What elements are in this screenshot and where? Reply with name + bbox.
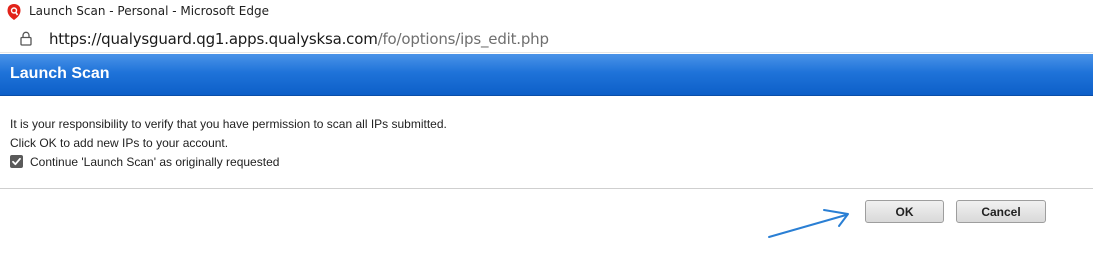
address-bar[interactable]: https://qualysguard.qg1.apps.qualysksa.c… (0, 24, 1093, 53)
dialog-header: Launch Scan (0, 54, 1093, 96)
cancel-button[interactable]: Cancel (956, 200, 1046, 223)
continue-launch-scan-label[interactable]: Continue 'Launch Scan' as originally req… (30, 155, 279, 169)
divider (0, 188, 1093, 189)
url-path: /fo/options/ips_edit.php (377, 30, 549, 48)
lock-icon[interactable] (20, 31, 32, 46)
url-text[interactable]: https://qualysguard.qg1.apps.qualysksa.c… (49, 30, 549, 48)
continue-launch-scan-checkbox[interactable] (10, 155, 23, 168)
responsibility-message: It is your responsibility to verify that… (10, 117, 447, 131)
url-host: https://qualysguard.qg1.apps.qualysksa.c… (49, 30, 378, 48)
qualys-shield-icon (7, 4, 21, 20)
browser-title-bar: Launch Scan - Personal - Microsoft Edge (0, 0, 1093, 24)
add-ips-message: Click OK to add new IPs to your account. (10, 136, 229, 150)
annotation-arrow-icon (768, 209, 849, 238)
checkmark-icon (12, 157, 21, 166)
dialog-title: Launch Scan (10, 65, 110, 82)
window-title: Launch Scan - Personal - Microsoft Edge (29, 4, 269, 18)
ok-button[interactable]: OK (865, 200, 944, 223)
